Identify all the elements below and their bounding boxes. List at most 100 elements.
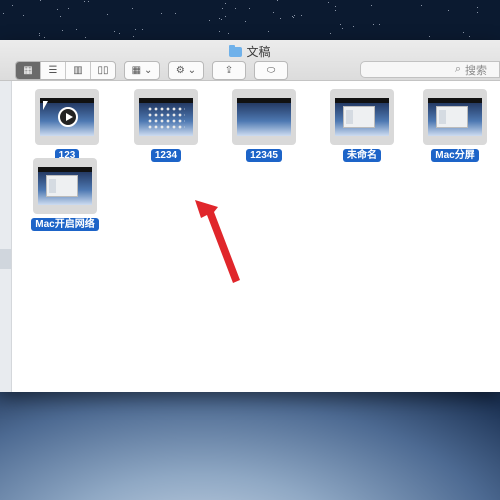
star	[342, 28, 343, 29]
star	[12, 5, 13, 6]
share-icon: ⇪	[224, 65, 234, 76]
star	[328, 2, 329, 3]
file-name-label[interactable]: 1234	[150, 149, 182, 162]
file-name-label[interactable]: 未命名	[343, 149, 381, 162]
star	[219, 31, 220, 32]
star	[39, 33, 40, 34]
file-thumbnail[interactable]	[330, 89, 394, 145]
list-view-button[interactable]: ☰	[41, 62, 66, 79]
star	[335, 6, 336, 7]
star	[477, 7, 478, 8]
star	[477, 12, 478, 13]
star	[132, 8, 133, 9]
toolbar: ▦ ☰ ▥ ▯▯ ▦ ⌄ ⚙ ⌄ ⇪ ⬭	[15, 61, 288, 80]
file-item-untitled[interactable]: 未命名	[312, 89, 412, 163]
star	[76, 29, 77, 30]
star	[273, 12, 274, 13]
star	[135, 29, 136, 30]
star	[353, 26, 354, 27]
star	[421, 5, 422, 6]
star	[88, 1, 89, 2]
gear-icon: ⚙	[175, 65, 185, 76]
search-field[interactable]: ⌕ 搜索	[360, 61, 500, 78]
icon-view-button[interactable]: ▦	[16, 62, 41, 79]
view-mode-control: ▦ ☰ ▥ ▯▯	[15, 61, 116, 80]
sidebar-selected-item[interactable]	[0, 249, 11, 269]
chevron-down-icon: ⌄	[187, 65, 197, 76]
star	[57, 9, 58, 10]
star	[245, 21, 246, 22]
star	[463, 32, 464, 33]
star	[293, 17, 294, 18]
file-name-label[interactable]: Mac分屏	[431, 149, 479, 162]
file-thumbnail[interactable]	[232, 89, 296, 145]
search-icon: ⌕	[454, 63, 461, 75]
group-menu-button[interactable]: ▦ ⌄	[124, 61, 160, 80]
star	[219, 18, 220, 19]
share-button[interactable]: ⇪	[212, 61, 246, 80]
star	[235, 8, 236, 9]
star	[62, 30, 63, 31]
star	[114, 31, 115, 32]
finder-window: 文稿 ▦ ☰ ▥ ▯▯ ▦ ⌄ ⚙ ⌄ ⇪ ⬭ ⌕ 搜索 123 1234 12…	[0, 40, 500, 392]
play-icon	[58, 107, 78, 127]
star	[249, 8, 250, 9]
star	[133, 36, 134, 37]
tag-icon: ⬭	[266, 65, 276, 76]
star	[3, 13, 4, 14]
file-item-1234[interactable]: 1234	[116, 89, 216, 163]
star	[85, 37, 86, 38]
star	[60, 16, 61, 17]
star	[335, 10, 336, 11]
file-name-label[interactable]: 12345	[246, 149, 282, 162]
star	[44, 37, 45, 38]
star	[371, 5, 372, 6]
star	[68, 8, 69, 9]
chevron-down-icon: ⌄	[144, 65, 153, 76]
star	[209, 20, 210, 21]
star	[448, 10, 449, 11]
star	[268, 31, 269, 32]
star	[280, 18, 281, 19]
cursor-icon	[43, 101, 48, 110]
file-name-label[interactable]: Mac开启网络	[31, 218, 99, 231]
file-item-mac-network[interactable]: Mac开启网络	[15, 158, 115, 232]
star	[221, 19, 222, 20]
window-title: 文稿	[0, 43, 500, 60]
title-bar: 文稿 ▦ ☰ ▥ ▯▯ ▦ ⌄ ⚙ ⌄ ⇪ ⬭ ⌕ 搜索	[0, 40, 500, 81]
star	[222, 8, 223, 9]
file-thumbnail[interactable]	[33, 158, 97, 214]
star	[340, 24, 341, 25]
star	[39, 35, 40, 36]
file-area: 123 1234 12345 未命名 Mac分屏 Mac开启网络	[12, 81, 500, 392]
star	[379, 24, 380, 25]
tag-button[interactable]: ⬭	[254, 61, 288, 80]
star	[84, 1, 85, 2]
file-item-12345[interactable]: 12345	[214, 89, 314, 163]
star	[469, 36, 470, 37]
column-view-button[interactable]: ▥	[66, 62, 91, 79]
star	[40, 0, 41, 1]
star	[228, 33, 229, 34]
star	[142, 29, 143, 30]
file-item-123[interactable]: 123	[17, 89, 117, 163]
star	[225, 16, 226, 17]
star	[225, 3, 226, 4]
star	[119, 33, 120, 34]
search-placeholder: 搜索	[465, 64, 487, 77]
star	[161, 13, 162, 14]
file-thumbnail[interactable]	[423, 89, 487, 145]
star	[301, 15, 302, 16]
sidebar	[0, 81, 12, 392]
file-thumbnail[interactable]	[35, 89, 99, 145]
file-thumbnail[interactable]	[134, 89, 198, 145]
star	[330, 33, 331, 34]
folder-icon	[229, 45, 243, 57]
file-item-mac-split-screen[interactable]: Mac分屏	[410, 89, 500, 163]
star	[373, 24, 374, 25]
star	[277, 0, 278, 1]
cover-flow-view-button[interactable]: ▯▯	[91, 62, 115, 79]
action-menu-button[interactable]: ⚙ ⌄	[168, 61, 204, 80]
window-title-text: 文稿	[246, 45, 271, 59]
grid-icon: ▦	[131, 65, 142, 76]
